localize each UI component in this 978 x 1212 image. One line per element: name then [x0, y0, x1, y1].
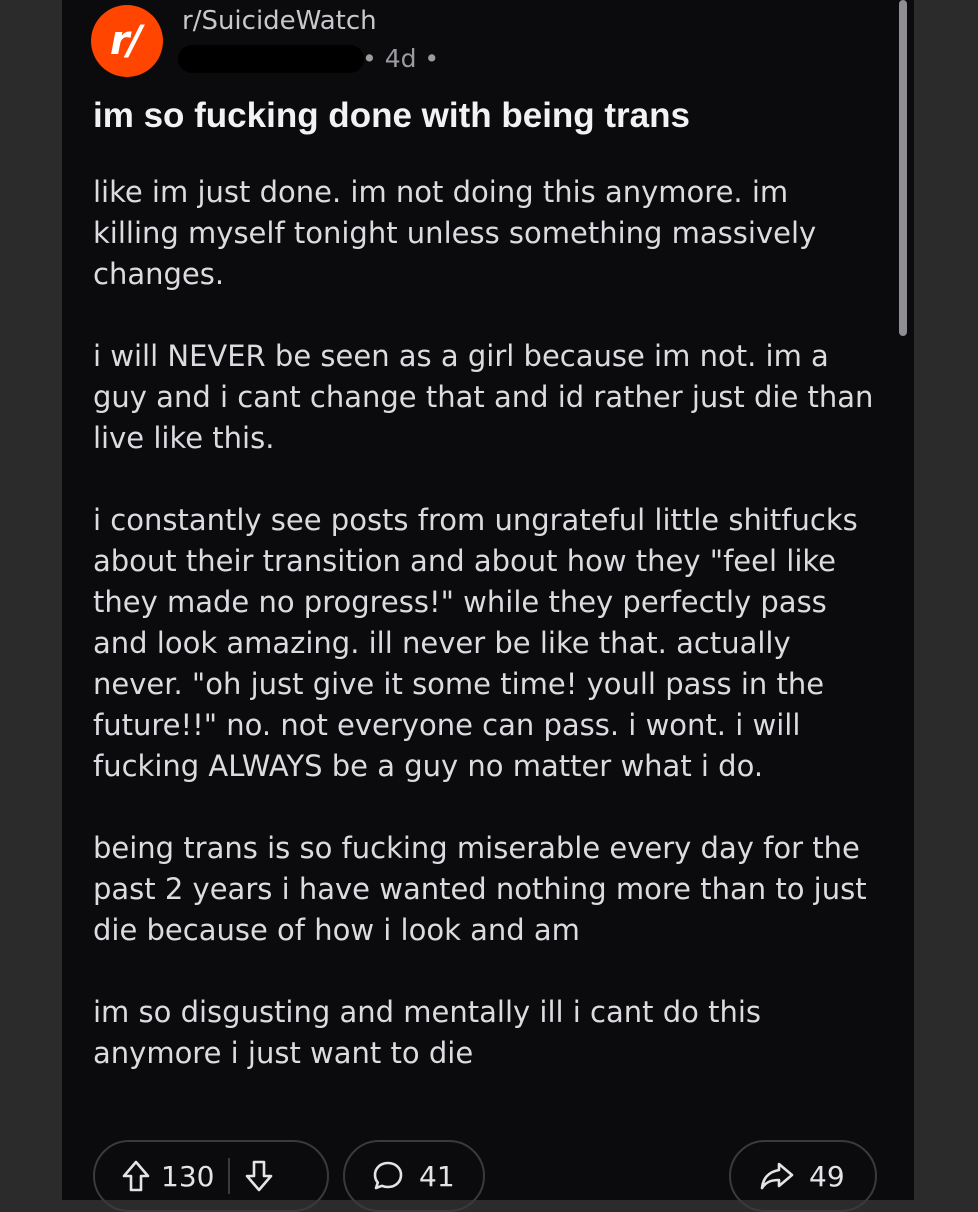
arrow-up-icon — [122, 1160, 150, 1192]
body-paragraph: im so disgusting and mentally ill i cant… — [93, 995, 762, 1070]
body-paragraph: like im just done. im not doing this any… — [93, 175, 817, 291]
speech-bubble-icon — [371, 1159, 405, 1193]
comment-count: 41 — [419, 1159, 455, 1193]
vote-controls: 130 — [93, 1140, 329, 1212]
scrollbar[interactable] — [899, 0, 907, 336]
body-paragraph: i will NEVER be seen as a girl because i… — [93, 339, 874, 455]
comments-button[interactable]: 41 — [343, 1140, 485, 1212]
post-actions: 130 41 49 — [93, 1140, 883, 1212]
subreddit-avatar[interactable]: r/ — [91, 5, 163, 77]
subreddit-name[interactable]: r/SuicideWatch — [182, 6, 377, 36]
upvote-count: 130 — [161, 1159, 215, 1193]
post-title: im so fucking done with being trans — [93, 96, 690, 135]
share-count: 49 — [809, 1159, 845, 1193]
vote-divider — [228, 1158, 231, 1194]
post-body: like im just done. im not doing this any… — [93, 172, 883, 1115]
upvote-button[interactable] — [121, 1159, 151, 1193]
body-paragraph: i constantly see posts from ungrateful l… — [93, 503, 858, 783]
share-button[interactable]: 49 — [729, 1140, 877, 1212]
share-arrow-icon — [759, 1160, 795, 1192]
post-age: • 4d • — [362, 44, 440, 73]
arrow-down-icon — [246, 1160, 273, 1192]
reddit-community-icon: r/ — [109, 18, 142, 64]
redacted-username — [178, 45, 364, 73]
downvote-button[interactable] — [244, 1159, 274, 1193]
screen: r/ r/SuicideWatch • 4d • im so fucking d… — [0, 0, 978, 1212]
body-paragraph: being trans is so fucking miserable ever… — [93, 831, 867, 947]
